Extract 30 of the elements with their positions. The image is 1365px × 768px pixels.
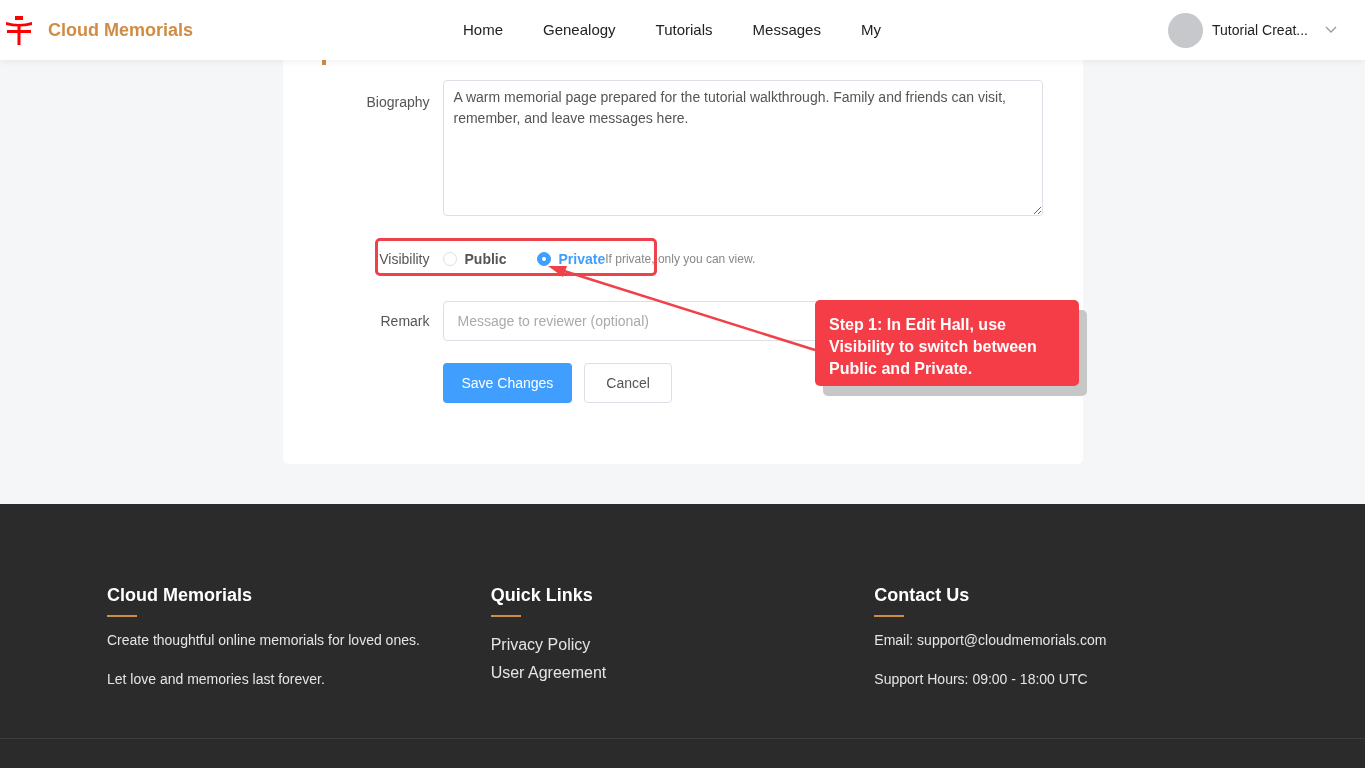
field-label: Visibility: [378, 249, 430, 269]
user-avatar[interactable]: [1168, 12, 1204, 48]
section-marker: [321, 60, 326, 65]
footer-heading: Contact Us: [874, 584, 970, 607]
option-label[interactable]: Public: [464, 248, 507, 270]
nav-link[interactable]: My: [860, 18, 881, 42]
footer-link[interactable]: User Agreement: [490, 659, 875, 687]
user-name[interactable]: Tutorial Creat...: [1212, 19, 1308, 41]
nav-link[interactable]: Tutorials: [655, 18, 713, 42]
heading-underline: [107, 615, 137, 617]
hint-text: If private, only you can view.: [605, 251, 756, 268]
footer-heading: Quick Links: [490, 584, 593, 607]
radio-button[interactable]: [536, 252, 551, 266]
biography-field[interactable]: A warm memorial page prepared for the tutorial walkthrough. Family and friends can visit, remember, and leave messages here.: [442, 80, 1043, 216]
footer-text: Email: support@cloudmemorials.com: [874, 631, 1108, 650]
footer-text: Let love and memories last forever.: [107, 670, 326, 689]
heading-underline: [490, 615, 521, 617]
chevron-down-icon[interactable]: [1325, 26, 1337, 34]
cancel-button[interactable]: Cancel: [584, 363, 672, 403]
footer-text: Support Hours: 09:00 - 18:00 UTC: [874, 670, 1089, 689]
footer-text: Create thoughtful online memorials for loved ones.: [107, 631, 421, 650]
logo-icon: [4, 14, 34, 46]
field-label: Biography: [365, 93, 430, 112]
field-label: Remark: [379, 311, 430, 331]
footer-heading: Cloud Memorials: [107, 584, 253, 607]
heading-underline: [874, 615, 905, 617]
nav-link[interactable]: Home: [463, 18, 503, 42]
nav-link[interactable]: Messages: [752, 18, 821, 42]
footer-link[interactable]: Privacy Policy: [490, 631, 875, 659]
nav-link[interactable]: Genealogy: [543, 18, 616, 42]
